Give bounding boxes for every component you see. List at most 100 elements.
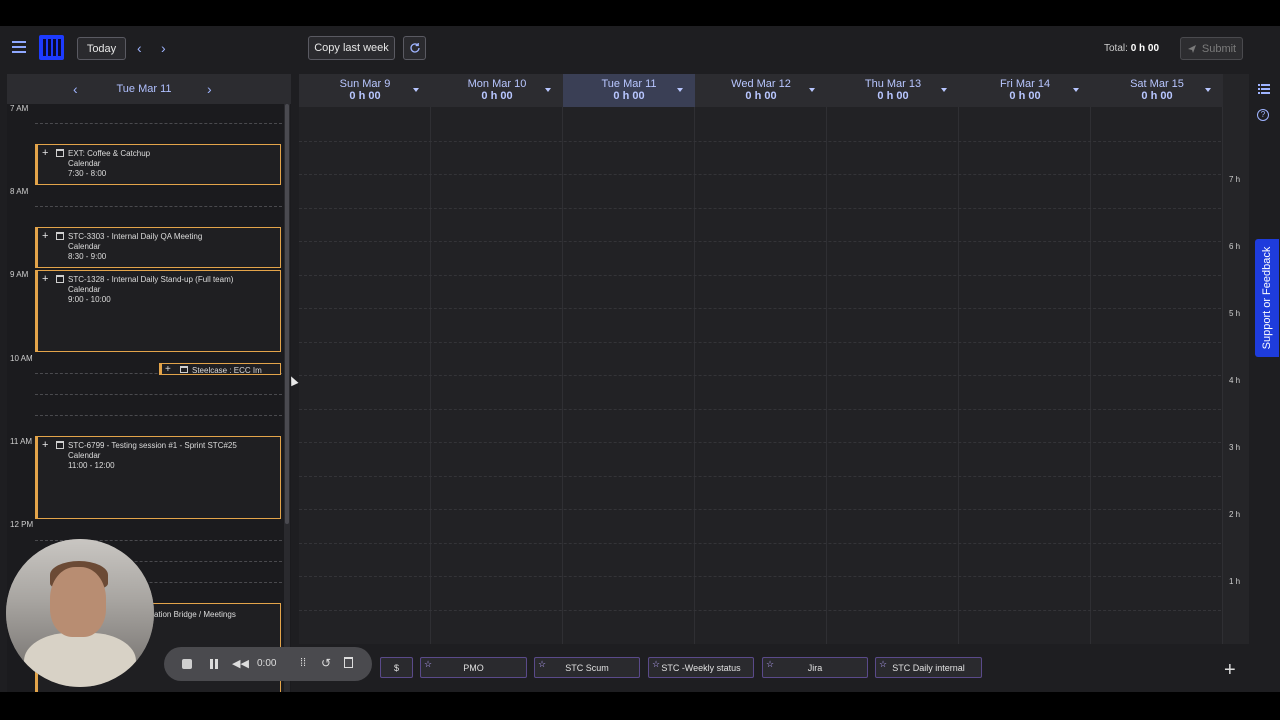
calendar-event[interactable]: + STC-6799 - Testing session #1 - Sprint… — [35, 436, 281, 519]
event-source: Calendar — [68, 285, 101, 294]
grid-line — [299, 409, 1221, 410]
add-event-icon[interactable]: + — [42, 274, 48, 285]
grid-line — [299, 275, 1221, 276]
hour-axis-label: 4 h — [1229, 376, 1241, 385]
drag-handle-icon[interactable]: ⁞⁞ — [300, 657, 306, 669]
event-time: 11:00 - 12:00 — [68, 461, 115, 470]
next-week-chevron-icon[interactable]: › — [161, 41, 166, 55]
slot-line — [35, 123, 282, 124]
day-header-fri[interactable]: Fri Mar 14 0 h 00 — [959, 74, 1091, 107]
add-event-icon[interactable]: + — [42, 148, 48, 159]
event-time: 7:30 - 8:00 — [68, 169, 107, 178]
day-header-tue[interactable]: Tue Mar 11 0 h 00 — [563, 74, 695, 107]
grid-line — [299, 241, 1221, 242]
calendar-icon — [56, 441, 64, 449]
event-source: Calendar — [68, 242, 101, 251]
event-source: Calendar — [68, 159, 101, 168]
slot-line — [35, 415, 282, 416]
time-label: 12 PM — [10, 520, 34, 529]
copy-last-week-button[interactable]: Copy last week — [308, 36, 395, 60]
today-button[interactable]: Today — [77, 37, 126, 60]
hour-axis-label: 7 h — [1229, 175, 1241, 184]
add-event-icon: + — [165, 364, 171, 375]
grid-line — [299, 208, 1221, 209]
day-hours: 0 h 00 — [745, 90, 777, 102]
webcam-overlay — [6, 539, 154, 687]
add-favorite-plus-icon[interactable]: + — [1224, 660, 1236, 680]
event-source: Calendar — [68, 451, 101, 460]
time-label: 10 AM — [10, 354, 33, 363]
favorite-label: STC Daily internal — [892, 663, 965, 673]
calendar-icon — [56, 149, 64, 157]
rewind-icon[interactable]: ◀◀ — [232, 657, 249, 670]
event-time: 8:30 - 9:00 — [68, 252, 107, 261]
favorite-chip[interactable]: ☆ Jira — [762, 657, 868, 678]
hour-axis-label: 5 h — [1229, 309, 1241, 318]
favorite-label: STC -Weekly status — [661, 663, 741, 673]
caret-down-icon[interactable] — [809, 88, 815, 92]
dragging-event-label: Steelcase : ECC Im — [192, 366, 262, 375]
favorite-chip[interactable]: ☆ STC Scum — [534, 657, 640, 678]
menu-icon[interactable] — [12, 41, 26, 53]
add-event-icon[interactable]: + — [42, 440, 48, 451]
hour-axis-label: 1 h — [1229, 577, 1241, 586]
day-header-sun[interactable]: Sun Mar 9 0 h 00 — [299, 74, 431, 107]
list-view-icon[interactable] — [1258, 84, 1270, 94]
day-name: Sat Mar 15 — [1130, 78, 1184, 90]
favorite-chip[interactable]: ☆ STC -Weekly status — [648, 657, 754, 678]
caret-down-icon[interactable] — [677, 88, 683, 92]
day-panel-title: Tue Mar 11 — [116, 83, 172, 95]
caret-down-icon[interactable] — [413, 88, 419, 92]
hour-axis-label: 6 h — [1229, 242, 1241, 251]
hour-axis-label: 2 h — [1229, 510, 1241, 519]
total-hours: Total: 0 h 00 — [1104, 43, 1159, 54]
send-icon — [1187, 44, 1196, 53]
pause-icon[interactable] — [210, 659, 218, 669]
day-header-thu[interactable]: Thu Mar 13 0 h 00 — [827, 74, 959, 107]
delete-recording-icon[interactable] — [344, 657, 353, 668]
right-side-strip — [1249, 74, 1280, 644]
caret-down-icon[interactable] — [1205, 88, 1211, 92]
refresh-button[interactable] — [403, 36, 426, 60]
day-header-mon[interactable]: Mon Mar 10 0 h 00 — [431, 74, 563, 107]
event-time: 9:00 - 10:00 — [68, 295, 111, 304]
grid-line — [299, 576, 1221, 577]
next-day-chevron-icon[interactable]: › — [207, 82, 212, 96]
dragging-event[interactable]: + Steelcase : ECC Im — [159, 363, 281, 375]
add-event-icon[interactable]: + — [42, 231, 48, 242]
webcam-person-head — [50, 567, 106, 637]
support-feedback-tab[interactable]: Support or Feedback — [1255, 239, 1279, 357]
recording-controls: ◀◀ 0:00 ⁞⁞ ↺ — [164, 647, 372, 681]
event-title: STC-3303 - Internal Daily QA Meeting — [68, 232, 203, 241]
caret-down-icon[interactable] — [1073, 88, 1079, 92]
stop-recording-icon[interactable] — [182, 659, 192, 669]
timesheet-app: Today ‹ › Copy last week Total: 0 h 00 S… — [0, 26, 1280, 692]
favorite-chip[interactable]: $ — [380, 657, 413, 678]
time-label: 8 AM — [10, 187, 29, 196]
favorite-chip[interactable]: ☆ PMO — [420, 657, 527, 678]
day-hours: 0 h 00 — [613, 90, 645, 102]
restart-icon[interactable]: ↺ — [321, 656, 331, 670]
event-title: STC-6799 - Testing session #1 - Sprint S… — [68, 441, 237, 450]
submit-label: Submit — [1201, 42, 1237, 55]
previous-week-chevron-icon[interactable]: ‹ — [137, 41, 142, 55]
day-header-sat[interactable]: Sat Mar 15 0 h 00 — [1091, 74, 1223, 107]
day-header-wed[interactable]: Wed Mar 12 0 h 00 — [695, 74, 827, 107]
grid-line — [299, 543, 1221, 544]
day-panel-scrollbar[interactable] — [284, 104, 290, 692]
help-icon[interactable]: ? — [1257, 109, 1269, 121]
week-grid: Sun Mar 9 0 h 00 Mon Mar 10 0 h 00 Tue M… — [299, 74, 1249, 644]
calendar-event[interactable]: + EXT: Coffee & Catchup Calendar 7:30 - … — [35, 144, 281, 185]
caret-down-icon[interactable] — [941, 88, 947, 92]
submit-button[interactable]: Submit — [1180, 37, 1243, 60]
event-title: STC-1328 - Internal Daily Stand-up (Full… — [68, 275, 234, 284]
webcam-person-body — [24, 633, 136, 687]
caret-down-icon[interactable] — [545, 88, 551, 92]
top-toolbar: Today ‹ › Copy last week Total: 0 h 00 S… — [0, 26, 1280, 72]
day-hours: 0 h 00 — [481, 90, 513, 102]
calendar-event[interactable]: + STC-3303 - Internal Daily QA Meeting C… — [35, 227, 281, 268]
hour-axis-label: 3 h — [1229, 443, 1241, 452]
favorite-chip[interactable]: ☆ STC Daily internal — [875, 657, 982, 678]
grid-line — [299, 476, 1221, 477]
calendar-event[interactable]: + STC-1328 - Internal Daily Stand-up (Fu… — [35, 270, 281, 352]
